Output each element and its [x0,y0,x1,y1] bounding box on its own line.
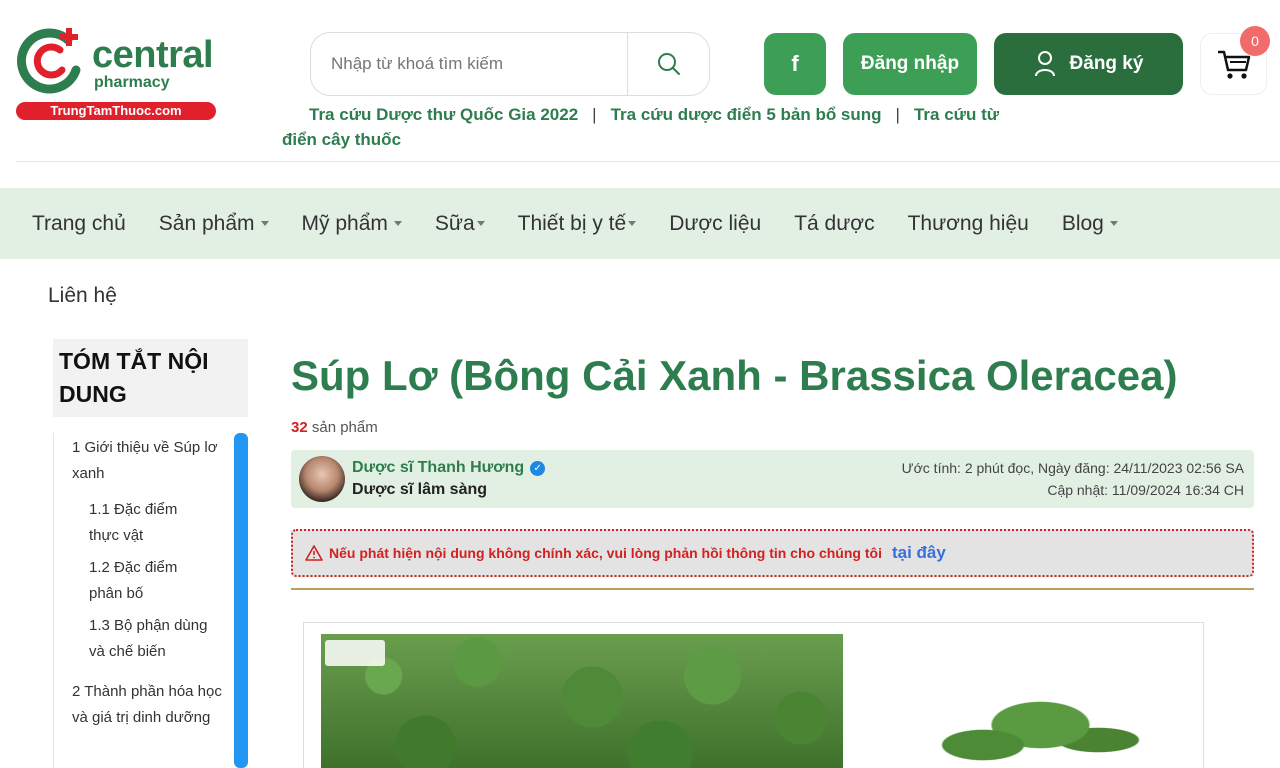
toc-item[interactable]: 1.1 Đặc điểm thực vật [89,497,209,549]
nav-excipients[interactable]: Tá dược [794,212,874,236]
header-divider [16,161,1280,162]
toc-item[interactable]: 1.2 Đặc điểm phân bố [89,555,209,607]
toc-list: 1 Giới thiệu về Súp lơ xanh 1.1 Đặc điểm… [53,433,248,768]
photo-watermark-logo [325,640,385,666]
toc-item[interactable]: 1 Giới thiệu về Súp lơ xanh [72,435,222,487]
register-label: Đăng ký [1069,53,1144,74]
toc-item[interactable]: 1.3 Bộ phận dùng và chế biến [89,613,219,665]
verified-icon: ✓ [530,460,546,476]
site-header: central pharmacy TrungTamThuoc.com f Đăn… [0,0,1280,162]
content-divider [291,588,1254,590]
article-title: Súp Lơ (Bông Cải Xanh - Brassica Olerace… [291,352,1178,399]
site-logo[interactable]: central pharmacy TrungTamThuoc.com [16,22,216,122]
warning-icon [305,545,323,561]
logo-mark-icon [17,28,81,94]
product-count: 32 sản phẩm [291,419,378,436]
nav-blog[interactable]: Blog [1062,212,1118,236]
user-icon [1034,51,1055,77]
feedback-alert: Nếu phát hiện nội dung không chính xác, … [291,529,1254,577]
toc-item[interactable]: 2 Thành phần hóa học và giá trị dinh dưỡ… [72,679,222,731]
quick-links: Tra cứu Dược thư Quốc Gia 2022 | Tra cứu d… [282,102,1002,152]
main-nav: Trang chủ Sản phẩm Mỹ phẩm Sữa Thiết bị … [0,188,1280,259]
login-button[interactable]: Đăng nhập [843,33,977,95]
quicklink-duoc-thu[interactable]: Tra cứu Dược thư Quốc Gia 2022 [309,105,578,124]
broccoli-photo [321,634,843,768]
publish-info: Ước tính: 2 phút đọc, Ngày đăng: 24/11/2… [901,460,1244,476]
product-count-number: 32 [291,419,308,436]
feedback-link[interactable]: tại đây [892,543,946,563]
feedback-alert-text: Nếu phát hiện nội dung không chính xác, … [329,545,882,561]
update-info: Cập nhật: 11/09/2024 16:34 CH [1047,482,1244,498]
nav-home[interactable]: Trang chủ [32,212,126,236]
chevron-down-icon [476,221,485,226]
chevron-down-icon [393,221,402,226]
cart-count-badge: 0 [1240,26,1270,56]
nav-brands[interactable]: Thương hiệu [908,212,1029,236]
author-name[interactable]: Dược sĩ Thanh Hương ✓ [352,459,546,477]
search-box [310,32,710,96]
quicklink-duoc-dien[interactable]: Tra cứu dược điển 5 bản bổ sung [611,105,882,124]
facebook-icon: f [791,51,799,76]
facebook-login-button[interactable]: f [764,33,826,95]
author-box: Dược sĩ Thanh Hương ✓ Dược sĩ lâm sàng Ư… [291,450,1254,508]
chevron-down-icon [260,221,269,226]
author-role: Dược sĩ lâm sàng [352,481,488,498]
nav-cosmetics[interactable]: Mỹ phẩm [302,212,402,236]
nav-herbal[interactable]: Dược liệu [669,212,761,236]
logo-wordmark: central [92,34,214,76]
search-icon [657,53,680,75]
quicklink-separator: | [592,105,597,124]
register-button[interactable]: Đăng ký [994,33,1183,95]
chevron-down-icon [628,221,637,226]
search-input[interactable] [331,33,631,95]
logo-site-name: TrungTamThuoc.com [16,102,216,120]
toc-scrollbar[interactable] [234,433,248,768]
search-button[interactable] [627,33,709,95]
article-meta: Ước tính: 2 phút đọc, Ngày đăng: 24/11/2… [902,457,1244,501]
author-name-text: Dược sĩ Thanh Hương [352,459,525,476]
article-image [303,622,1204,768]
cart-button[interactable]: 0 [1200,26,1270,95]
nav-products[interactable]: Sản phẩm [159,212,269,236]
logo-subtitle: pharmacy [94,74,170,91]
quicklink-separator: | [895,105,900,124]
product-count-label: sản phẩm [311,419,378,436]
nav-milk[interactable]: Sữa [435,212,485,236]
avatar[interactable] [299,456,345,502]
chevron-down-icon [1109,221,1118,226]
nav-contact[interactable]: Liên hệ [48,284,117,308]
toc-title: TÓM TẮT NỘI DUNG [53,339,248,417]
broccoli-head-photo [914,685,1144,768]
nav-medical-devices[interactable]: Thiết bị y tế [518,212,637,236]
